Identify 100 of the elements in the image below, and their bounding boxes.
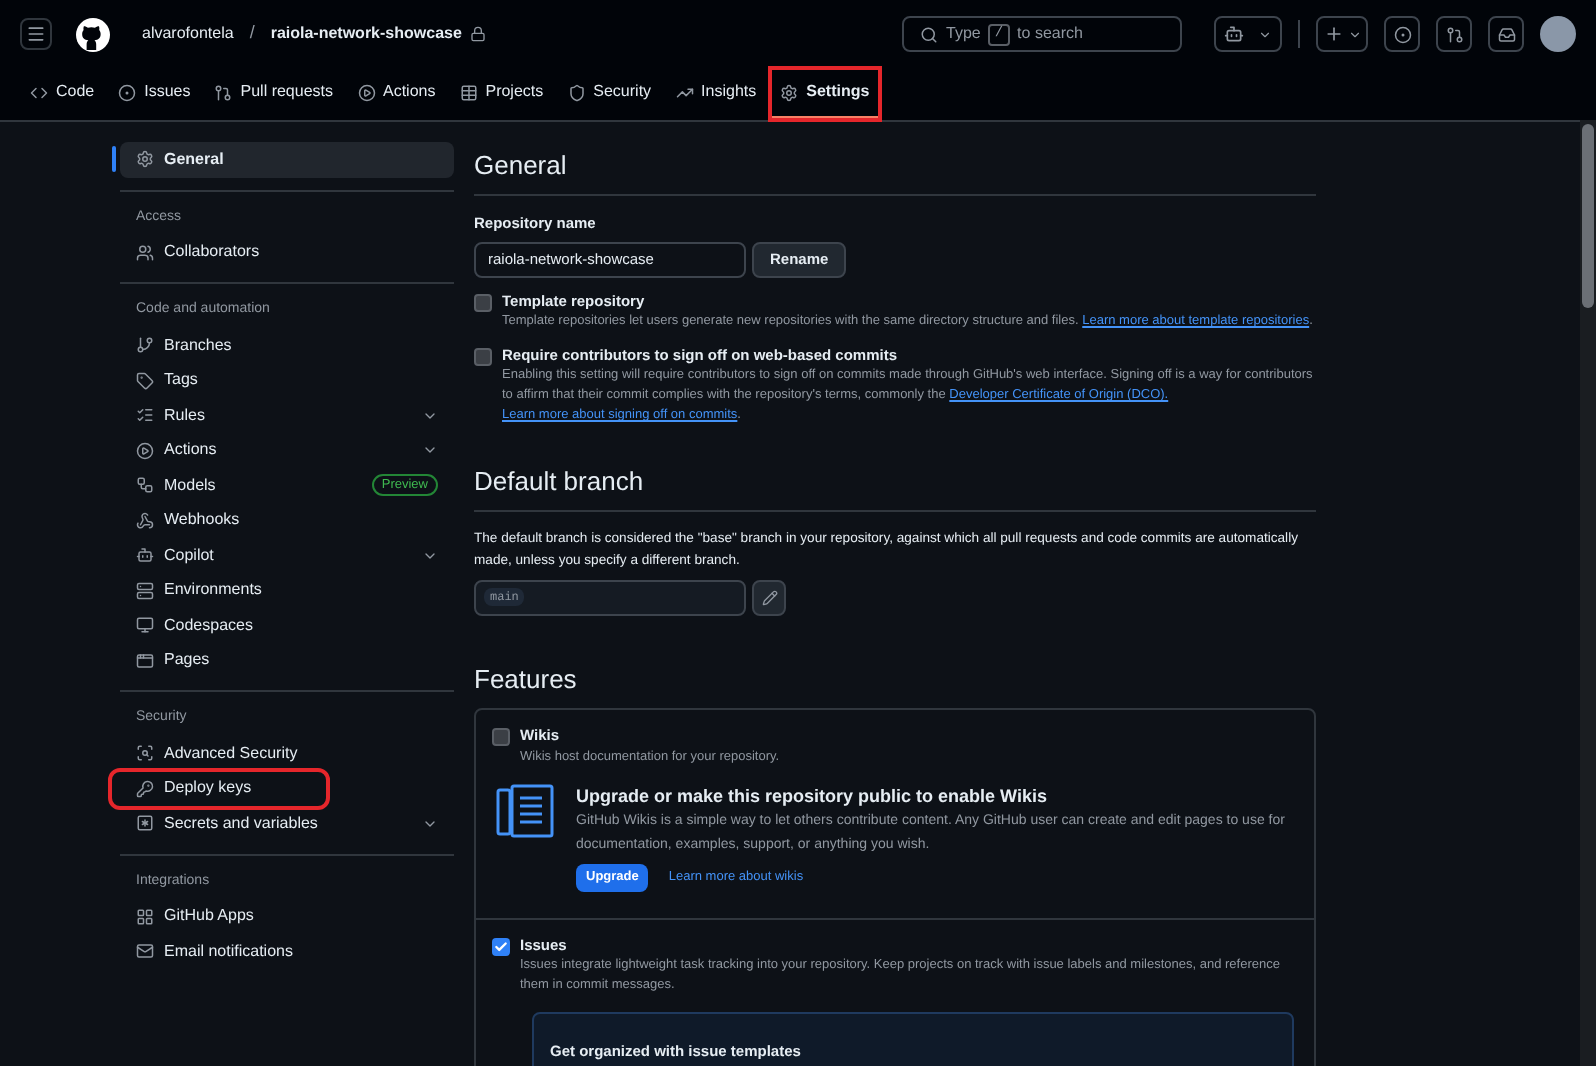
section-title: Default branch: [474, 462, 1316, 512]
monitor-icon: [136, 616, 154, 635]
checkbox[interactable]: [474, 348, 492, 366]
item-label: Webhooks: [164, 508, 242, 533]
item-label: Environments: [164, 578, 264, 603]
repo-tab[interactable]: Security: [557, 68, 662, 120]
item-label: Pages: [164, 648, 212, 673]
checkbox[interactable]: [474, 293, 492, 312]
play-icon: [357, 83, 375, 101]
scrollbar[interactable]: [1580, 120, 1596, 1066]
sidebar-item[interactable]: Tags: [120, 363, 454, 398]
checkbox[interactable]: [492, 728, 510, 747]
repo-link[interactable]: raiola-network-showcase: [270, 22, 462, 46]
sidebar-item[interactable]: Rules: [120, 398, 454, 433]
wiki-icon: [496, 783, 556, 839]
sidebar-item[interactable]: Pages: [120, 643, 454, 678]
caret-icon: [1258, 27, 1273, 41]
logo-icon[interactable]: [76, 17, 110, 51]
sidebar-item[interactable]: GitHub Apps: [120, 899, 454, 934]
key-icon: [136, 779, 154, 798]
repo-tab[interactable]: Issues: [108, 68, 201, 120]
item-label: Rules: [164, 403, 207, 428]
copilot-icon: [1223, 24, 1244, 44]
people-icon: [136, 243, 154, 262]
sidebar-item[interactable]: Collaborators: [120, 235, 454, 270]
menu-button[interactable]: [20, 18, 52, 50]
avatar[interactable]: [1540, 16, 1576, 52]
copilot-button[interactable]: [1214, 16, 1282, 52]
plus-icon: [1323, 24, 1343, 44]
search-hint: Type: [946, 22, 981, 46]
edit-button[interactable]: [752, 579, 786, 616]
tag-icon: [136, 371, 154, 390]
search-hint: to search: [1017, 22, 1083, 46]
create-button[interactable]: [1316, 16, 1368, 52]
sidebar-item[interactable]: Codespaces: [120, 608, 454, 643]
repo-tab[interactable]: Actions: [347, 68, 446, 120]
item-label: General: [164, 147, 226, 172]
pull-request-icon: [214, 83, 233, 101]
webhook-icon: [136, 511, 154, 530]
item-label: Codespaces: [164, 613, 255, 638]
issue-icon: [118, 83, 137, 101]
item-label: Tags: [164, 368, 200, 393]
pencil-icon: [761, 589, 777, 606]
inbox-icon: [1497, 25, 1515, 43]
item-label: Email notifications: [164, 939, 295, 964]
server-icon: [136, 581, 154, 600]
owner-link[interactable]: alvarofontela: [142, 22, 234, 46]
apps-icon: [136, 907, 154, 926]
sidebar-item[interactable]: Branches: [120, 328, 454, 363]
scrollbar-thumb[interactable]: [1582, 124, 1594, 308]
checkbox[interactable]: [492, 938, 510, 956]
settings-icon: [780, 83, 799, 101]
mail-icon: [136, 942, 154, 961]
repo-tab[interactable]: Code: [20, 68, 105, 120]
issues-button[interactable]: [1384, 16, 1420, 52]
item-label: Deploy keys: [164, 776, 254, 801]
inbox-button[interactable]: [1488, 16, 1524, 52]
sidebar-item[interactable]: Deploy keys: [112, 771, 326, 806]
item-label: Secrets and variables: [164, 811, 320, 836]
item-label: Models: [164, 473, 218, 498]
settings-icon: [136, 150, 154, 169]
item-label: Actions: [164, 438, 219, 463]
item-label: Branches: [164, 333, 234, 358]
play-icon: [136, 441, 154, 460]
repo-tab[interactable]: Settings: [770, 68, 880, 120]
path-separator: /: [249, 20, 255, 47]
shield-icon: [567, 83, 586, 101]
scan-icon: [136, 744, 154, 763]
repo-tab[interactable]: Pull requests: [204, 68, 343, 120]
sidebar-item[interactable]: Environments: [120, 573, 454, 608]
item-label: Advanced Security: [164, 741, 300, 766]
section-title: General: [474, 146, 1316, 195]
sidebar-item[interactable]: Advanced Security: [120, 736, 454, 771]
models-icon: [136, 476, 154, 495]
graph-icon: [675, 83, 694, 101]
rules-icon: [136, 406, 154, 425]
copilot-icon: [136, 546, 154, 565]
section-title: Features: [474, 661, 579, 698]
sidebar-item[interactable]: Actions: [120, 433, 454, 468]
caret-icon: [1347, 27, 1361, 41]
table-icon: [459, 83, 478, 101]
item-label: GitHub Apps: [164, 904, 256, 929]
pull-requests-button[interactable]: [1436, 16, 1472, 52]
code-icon: [30, 83, 48, 101]
lock-icon: [469, 26, 486, 42]
upsell-title: Upgrade or make this repository public to enable Wikis: [576, 783, 1049, 810]
sidebar-item[interactable]: Copilot: [120, 538, 454, 573]
sidebar-item[interactable]: Secrets and variables: [120, 806, 454, 841]
issue-icon: [1393, 25, 1411, 43]
branch-icon: [136, 336, 154, 355]
search-icon: [920, 25, 938, 43]
asterisk-icon: [136, 814, 154, 833]
item-label: Copilot: [164, 543, 216, 568]
browser-icon: [136, 651, 154, 670]
menu-icon: [26, 24, 46, 44]
repo-tab[interactable]: Projects: [449, 68, 554, 120]
repo-tab[interactable]: Insights: [665, 68, 767, 120]
sidebar-item[interactable]: Webhooks: [120, 503, 454, 538]
item-label: Collaborators: [164, 240, 262, 265]
sidebar-item[interactable]: Email notifications: [120, 934, 454, 969]
